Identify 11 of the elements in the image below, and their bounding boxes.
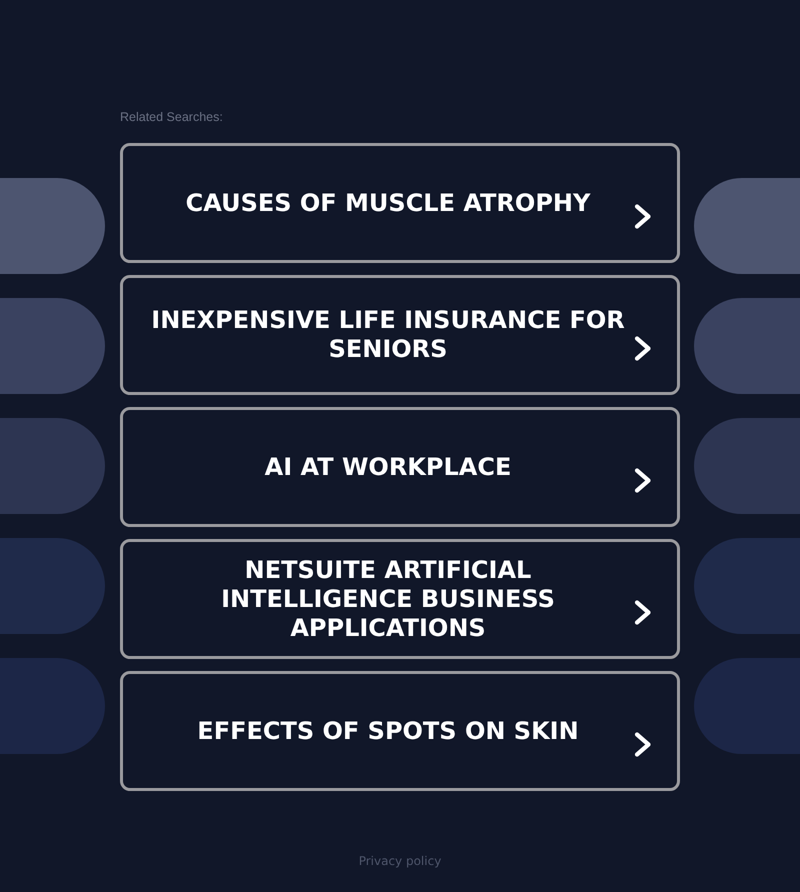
search-link[interactable]: EFFECTS OF SPOTS ON SKIN [120, 671, 680, 791]
search-link[interactable]: AI AT WORKPLACE [120, 407, 680, 527]
search-link[interactable]: NETSUITE ARTIFICIAL INTELLIGENCE BUSINESS APPLICATIONS [120, 539, 680, 659]
chevron-right-icon [634, 600, 652, 624]
chevron-right-icon [634, 336, 652, 360]
chevron-right-icon [634, 204, 652, 228]
chevron-right-icon [634, 732, 652, 756]
search-link[interactable]: INEXPENSIVE LIFE INSURANCE FOR SENIORS [120, 275, 680, 395]
chevron-right-icon [634, 468, 652, 492]
search-link[interactable]: CAUSES OF MUSCLE ATROPHY [120, 143, 680, 263]
related-searches-label: Related Searches: [120, 110, 224, 125]
